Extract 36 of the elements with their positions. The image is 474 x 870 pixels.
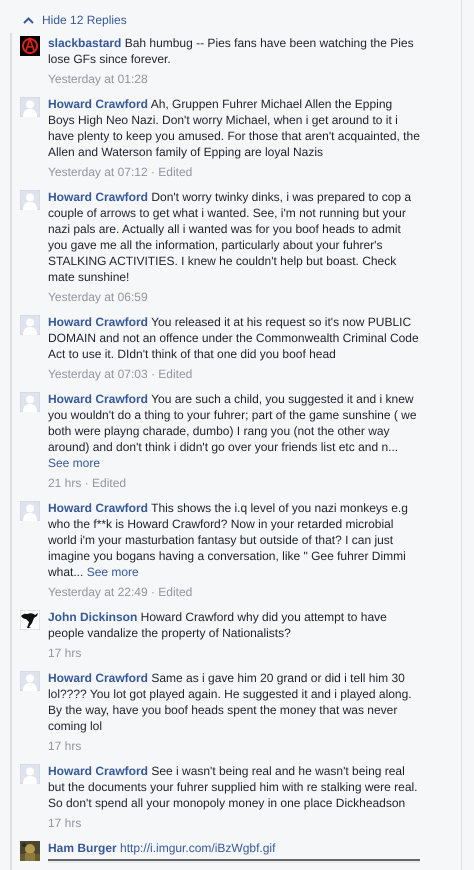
author-link[interactable]: Howard Crawford xyxy=(48,97,148,111)
avatar-icon[interactable] xyxy=(20,36,40,56)
author-link[interactable]: Howard Crawford xyxy=(48,764,148,778)
see-more-link[interactable]: See more xyxy=(48,456,100,470)
hide-replies-link[interactable]: Hide 12 Replies xyxy=(42,11,127,29)
comment-timestamp: Yesterday at 07:03 · Edited xyxy=(48,366,194,382)
author-link[interactable]: slackbastard xyxy=(48,36,122,50)
comment-text: Howard Crawford You released it at his request so it's now PUBLIC DOMAIN and not an offence under the Commonwealth Criminal Code Act to use it. DIdn't think of that one did you boof head xyxy=(48,314,420,362)
comment-timestamp: 17 hrs xyxy=(48,645,82,661)
comment-text: Howard Crawford You are such a child, you suggested it and i knew you wouldn't do a thing to your fuhrer; part of the game sunshine ( we both were playng charade, dumbo) I rang you (not the other way around) and don't think i didn't go over your friends list etc and n... See more xyxy=(48,391,418,471)
comment-timestamp: Yesterday at 07:12 · Edited xyxy=(48,164,194,180)
comment-timestamp: 17 hrs xyxy=(48,738,82,754)
author-link[interactable]: Howard Crawford xyxy=(48,501,148,515)
comment-text: Howard Crawford Don't worry twinky dinks, i was prepared to cop a couple of arrows to get what i wanted. See, i'm not running but your nazi pals are. Actually all i wanted was for you boof heads to admit you gave me all the information, particularly about your fuhrer's STALKING ACTIVITIES. I knew he couldn't help but boast. Check mate sunshine! xyxy=(48,189,412,285)
comment-text: John Dickinson Howard Crawford why did you attempt to have people vandalize the property of Nationalists? xyxy=(48,609,388,641)
comment-text: Howard Crawford Ah, Gruppen Fuhrer Michael Allen the Epping Boys High Neo Nazi. Don't worry Michael, when i get around to it i have plenty to keep you amused. For those that aren't acquainted, the Allen and Waterson family of Epping are loyal Nazis xyxy=(48,96,420,160)
author-link[interactable]: Howard Crawford xyxy=(48,315,148,329)
comment-text: Howard Crawford This shows the i.q level of you nazi monkeys e.g who the f**k is Howard Crawford? Now in your retarded microbial world i'm your masturbation fantasy but outside of that? I can just imagine you bogans having a conversation, like " Gee fuhrer Dimmi what... See more xyxy=(48,500,409,580)
author-link[interactable]: Howard Crawford xyxy=(48,190,148,204)
comment-timestamp: Yesterday at 22:49 · Edited xyxy=(48,584,194,600)
comment-text: slackbastard Bah humbug -- Pies fans have been watching the Pies lose GFs since forever. xyxy=(48,35,415,67)
attachment-preview[interactable] xyxy=(48,859,420,863)
comment-text: Howard Crawford See i wasn't being real and he wasn't being real but the documents your fuhrer supplied him with re stalking were real. So don't spend all your monopoly money in one place Dickheadson xyxy=(48,763,419,811)
chevron-up-icon xyxy=(23,16,34,24)
author-link[interactable]: Howard Crawford xyxy=(48,392,148,406)
comment-timestamp: 21 hrs · Edited xyxy=(48,475,128,491)
author-link[interactable]: Howard Crawford xyxy=(48,671,148,685)
comment-timestamp: Yesterday at 06:59 xyxy=(48,289,149,305)
see-more-link[interactable]: See more xyxy=(86,565,139,579)
author-link[interactable]: John Dickinson xyxy=(48,610,138,624)
comment-text: Howard Crawford Same as i gave him 20 grand or did i tell him 30 lol???? You lot got played again. He suggested it and i played along. By the way, have you boof heads spent the money that was never coming lol xyxy=(48,670,413,734)
comment-timestamp: 17 hrs xyxy=(48,815,82,831)
comment-timestamp: Yesterday at 01:28 xyxy=(48,71,149,87)
url-link[interactable]: http://i.imgur.com/iBzWgbf.gif xyxy=(120,841,276,855)
author-link[interactable]: Ham Burger xyxy=(48,841,117,855)
kangaroo-icon[interactable] xyxy=(20,610,40,630)
